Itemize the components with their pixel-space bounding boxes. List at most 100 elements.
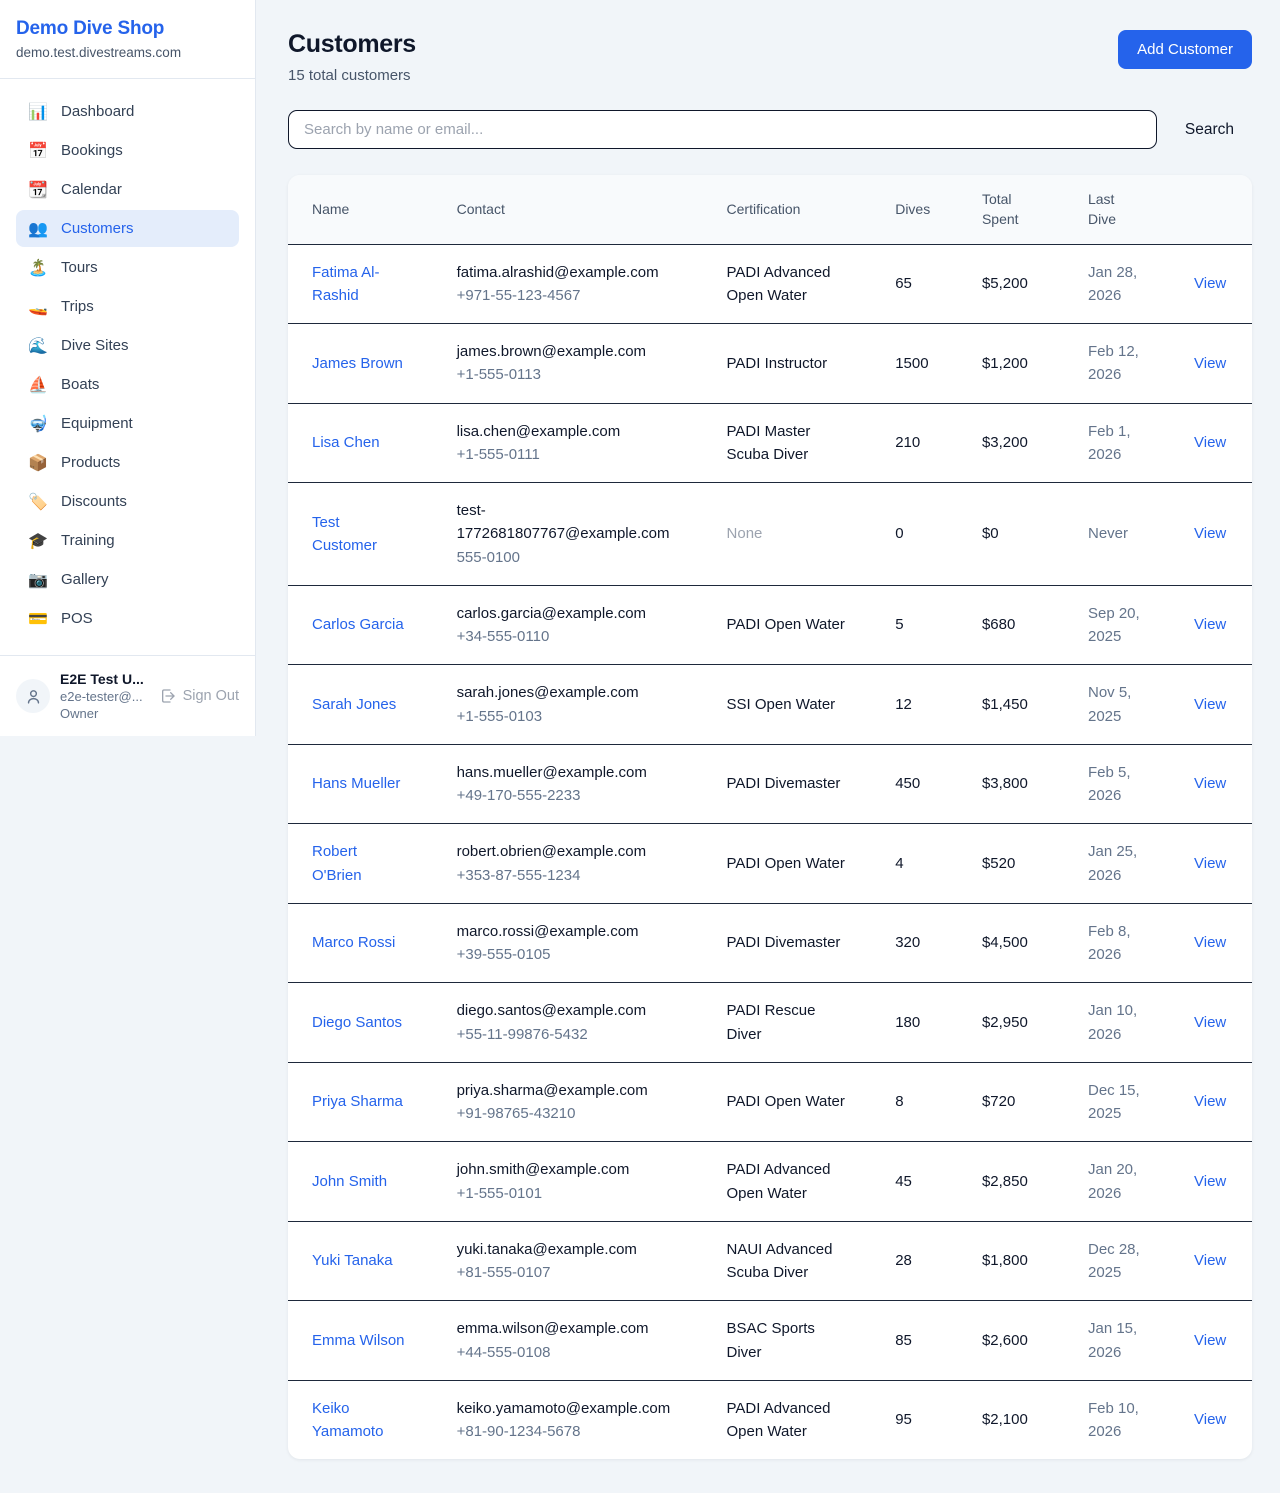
table-row: Yuki Tanaka yuki.tanaka@example.com +81-…	[288, 1221, 1252, 1301]
sidebar-item-trips[interactable]: 🚤 Trips	[16, 288, 239, 325]
view-link[interactable]: View	[1194, 1252, 1226, 1269]
customer-name-link[interactable]: John Smith	[312, 1173, 387, 1190]
view-link[interactable]: View	[1194, 934, 1226, 951]
sidebar-item-customers[interactable]: 👥 Customers	[16, 210, 239, 247]
sidebar-item-equipment[interactable]: 🤿 Equipment	[16, 405, 239, 442]
customer-name-link[interactable]: Fatima Al-Rashid	[312, 264, 380, 304]
customer-name-link[interactable]: Marco Rossi	[312, 934, 395, 951]
customer-email: sarah.jones@example.com	[457, 681, 679, 704]
customer-name-link[interactable]: Test Customer	[312, 514, 377, 554]
customer-phone: +39-555-0105	[457, 943, 679, 966]
column-header-last-dive: Last Dive	[1064, 175, 1170, 244]
table-row: Emma Wilson emma.wilson@example.com +44-…	[288, 1301, 1252, 1381]
view-link[interactable]: View	[1194, 775, 1226, 792]
search-input[interactable]	[288, 110, 1157, 149]
dives-value: 1500	[871, 324, 958, 404]
sidebar-item-training[interactable]: 🎓 Training	[16, 522, 239, 559]
view-link[interactable]: View	[1194, 1411, 1226, 1428]
sidebar-item-icon: 🌊	[28, 338, 48, 354]
shop-name: Demo Dive Shop	[16, 18, 239, 40]
sidebar-item-dive-sites[interactable]: 🌊 Dive Sites	[16, 327, 239, 364]
table-row: Sarah Jones sarah.jones@example.com +1-5…	[288, 665, 1252, 745]
sidebar-item-label: Calendar	[61, 181, 122, 198]
sidebar-item-tours[interactable]: 🏝️ Tours	[16, 249, 239, 286]
total-spent-value: $2,850	[958, 1142, 1064, 1222]
sidebar-item-pos[interactable]: 💳 POS	[16, 600, 239, 637]
customer-name-link[interactable]: James Brown	[312, 355, 403, 372]
view-link[interactable]: View	[1194, 1093, 1226, 1110]
sidebar-item-gallery[interactable]: 📷 Gallery	[16, 561, 239, 598]
avatar	[16, 679, 50, 713]
sign-out-button[interactable]: Sign Out	[160, 688, 239, 704]
sidebar-item-products[interactable]: 📦 Products	[16, 444, 239, 481]
sidebar: Demo Dive Shop demo.test.divestreams.com…	[0, 0, 256, 736]
customer-name-link[interactable]: Diego Santos	[312, 1014, 402, 1031]
search-button[interactable]: Search	[1185, 121, 1234, 139]
table-row: Carlos Garcia carlos.garcia@example.com …	[288, 585, 1252, 665]
view-link[interactable]: View	[1194, 616, 1226, 633]
view-link[interactable]: View	[1194, 855, 1226, 872]
customers-table: Name Contact Certification Dives Total S…	[288, 175, 1252, 1459]
customer-phone: +1-555-0113	[457, 363, 679, 386]
sidebar-item-icon: 📅	[28, 143, 48, 159]
last-dive-value: Dec 15, 2025	[1064, 1062, 1170, 1142]
customer-name-link[interactable]: Hans Mueller	[312, 775, 400, 792]
contact-cell: hans.mueller@example.com +49-170-555-223…	[433, 744, 703, 824]
certification-value: NAUI Advanced Scuba Diver	[727, 1241, 833, 1281]
view-link[interactable]: View	[1194, 1014, 1226, 1031]
sidebar-item-icon: 📊	[28, 104, 48, 120]
dives-value: 45	[871, 1142, 958, 1222]
person-icon	[25, 688, 42, 705]
total-spent-value: $1,450	[958, 665, 1064, 745]
view-link[interactable]: View	[1194, 696, 1226, 713]
sidebar-item-label: Equipment	[61, 415, 133, 432]
contact-cell: diego.santos@example.com +55-11-99876-54…	[433, 983, 703, 1063]
total-spent-value: $2,600	[958, 1301, 1064, 1381]
customer-email: priya.sharma@example.com	[457, 1079, 679, 1102]
table-row: Marco Rossi marco.rossi@example.com +39-…	[288, 903, 1252, 983]
view-link[interactable]: View	[1194, 1332, 1226, 1349]
view-link[interactable]: View	[1194, 275, 1226, 292]
customer-name-link[interactable]: Priya Sharma	[312, 1093, 403, 1110]
view-link[interactable]: View	[1194, 355, 1226, 372]
add-customer-button[interactable]: Add Customer	[1118, 30, 1252, 69]
last-dive-value: Jan 10, 2026	[1064, 983, 1170, 1063]
view-link[interactable]: View	[1194, 525, 1226, 542]
table-row: Robert O'Brien robert.obrien@example.com…	[288, 824, 1252, 904]
sidebar-item-label: Gallery	[61, 571, 109, 588]
contact-cell: robert.obrien@example.com +353-87-555-12…	[433, 824, 703, 904]
sidebar-item-label: Boats	[61, 376, 99, 393]
customer-name-link[interactable]: Emma Wilson	[312, 1332, 405, 1349]
sidebar-item-bookings[interactable]: 📅 Bookings	[16, 132, 239, 169]
view-link[interactable]: View	[1194, 1173, 1226, 1190]
total-spent-value: $2,100	[958, 1380, 1064, 1459]
customer-email: james.brown@example.com	[457, 340, 679, 363]
contact-cell: test-1772681807767@example.com 555-0100	[433, 483, 703, 586]
sidebar-item-dashboard[interactable]: 📊 Dashboard	[16, 93, 239, 130]
last-dive-value: Jan 20, 2026	[1064, 1142, 1170, 1222]
customer-name-link[interactable]: Robert O'Brien	[312, 843, 362, 883]
contact-cell: yuki.tanaka@example.com +81-555-0107	[433, 1221, 703, 1301]
sidebar-item-discounts[interactable]: 🏷️ Discounts	[16, 483, 239, 520]
customer-name-link[interactable]: Lisa Chen	[312, 434, 380, 451]
customer-name-link[interactable]: Sarah Jones	[312, 696, 396, 713]
customer-phone: +971-55-123-4567	[457, 284, 679, 307]
dives-value: 4	[871, 824, 958, 904]
sidebar-item-boats[interactable]: ⛵ Boats	[16, 366, 239, 403]
certification-value: PADI Open Water	[727, 855, 845, 872]
customer-name-link[interactable]: Carlos Garcia	[312, 616, 404, 633]
table-row: Hans Mueller hans.mueller@example.com +4…	[288, 744, 1252, 824]
customer-name-link[interactable]: Keiko Yamamoto	[312, 1400, 383, 1440]
customer-name-link[interactable]: Yuki Tanaka	[312, 1252, 393, 1269]
customer-email: lisa.chen@example.com	[457, 420, 679, 443]
sidebar-item-calendar[interactable]: 📆 Calendar	[16, 171, 239, 208]
view-link[interactable]: View	[1194, 434, 1226, 451]
search-row: Search	[288, 110, 1252, 149]
contact-cell: carlos.garcia@example.com +34-555-0110	[433, 585, 703, 665]
contact-cell: priya.sharma@example.com +91-98765-43210	[433, 1062, 703, 1142]
certification-value: SSI Open Water	[727, 696, 836, 713]
customer-phone: +55-11-99876-5432	[457, 1023, 679, 1046]
dives-value: 5	[871, 585, 958, 665]
customers-table-card: Name Contact Certification Dives Total S…	[288, 175, 1252, 1459]
column-header-total-spent: Total Spent	[958, 175, 1064, 244]
